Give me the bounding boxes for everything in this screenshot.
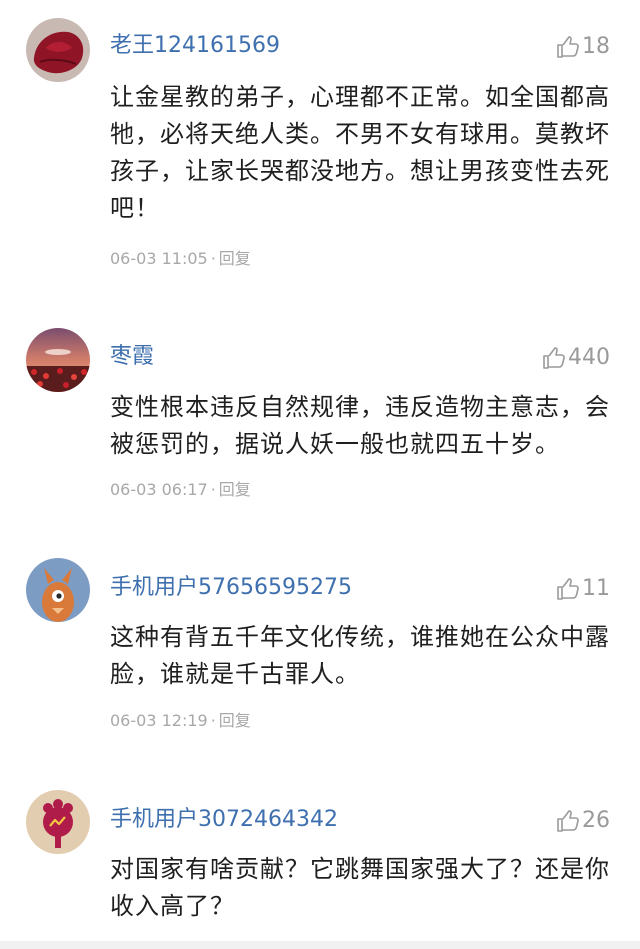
like-button[interactable]: 440 bbox=[542, 346, 610, 370]
avatar[interactable] bbox=[26, 558, 90, 622]
thumbs-up-icon bbox=[557, 36, 579, 58]
avatar[interactable] bbox=[26, 328, 90, 392]
timestamp: 06-03 11:05 bbox=[110, 249, 208, 268]
thumbs-up-icon bbox=[543, 347, 565, 369]
separator: · bbox=[210, 480, 216, 499]
username[interactable]: 枣霞 bbox=[110, 346, 154, 368]
like-count: 18 bbox=[582, 34, 610, 59]
comment-meta: 06-03 11:05 · 回复 bbox=[110, 251, 251, 267]
reply-button[interactable]: 回复 bbox=[219, 480, 251, 499]
thumbs-up-icon bbox=[557, 810, 579, 832]
separator: · bbox=[210, 711, 216, 730]
comment-text: 这种有背五千年文化传统，谁推她在公众中露脸，谁就是千古罪人。 bbox=[110, 623, 610, 688]
comment-text: 变性根本违反自然规律，违反造物主意志，会被惩罚的，据说人妖一般也就四五十岁。 bbox=[110, 393, 610, 458]
like-count: 26 bbox=[582, 808, 610, 833]
avatar[interactable] bbox=[26, 18, 90, 82]
username[interactable]: 手机用户3072464342 bbox=[110, 809, 338, 831]
comment-text: 让金星教的弟子，心理都不正常。如全国都高牠，必将天绝人类。不男不女有球用。莫教坏… bbox=[110, 83, 610, 222]
thumbs-up-icon bbox=[557, 578, 579, 600]
like-button[interactable]: 18 bbox=[556, 35, 610, 59]
username[interactable]: 手机用户57656595275 bbox=[110, 577, 352, 599]
comment-meta: 06-03 12:19 · 回复 bbox=[110, 713, 251, 729]
reply-button[interactable]: 回复 bbox=[219, 249, 251, 268]
avatar[interactable] bbox=[26, 790, 90, 854]
bottom-divider bbox=[0, 941, 640, 949]
like-count: 440 bbox=[568, 345, 610, 370]
reply-button[interactable]: 回复 bbox=[219, 711, 251, 730]
comment-meta: 06-03 06:17 · 回复 bbox=[110, 482, 251, 498]
like-button[interactable]: 26 bbox=[556, 809, 610, 833]
timestamp: 06-03 12:19 bbox=[110, 711, 208, 730]
separator: · bbox=[210, 249, 216, 268]
comment-text: 对国家有啥贡献？它跳舞国家强大了？还是你收入高了？ bbox=[110, 855, 610, 920]
username[interactable]: 老王124161569 bbox=[110, 35, 280, 57]
like-count: 11 bbox=[582, 576, 610, 601]
like-button[interactable]: 11 bbox=[556, 577, 610, 601]
timestamp: 06-03 06:17 bbox=[110, 480, 208, 499]
